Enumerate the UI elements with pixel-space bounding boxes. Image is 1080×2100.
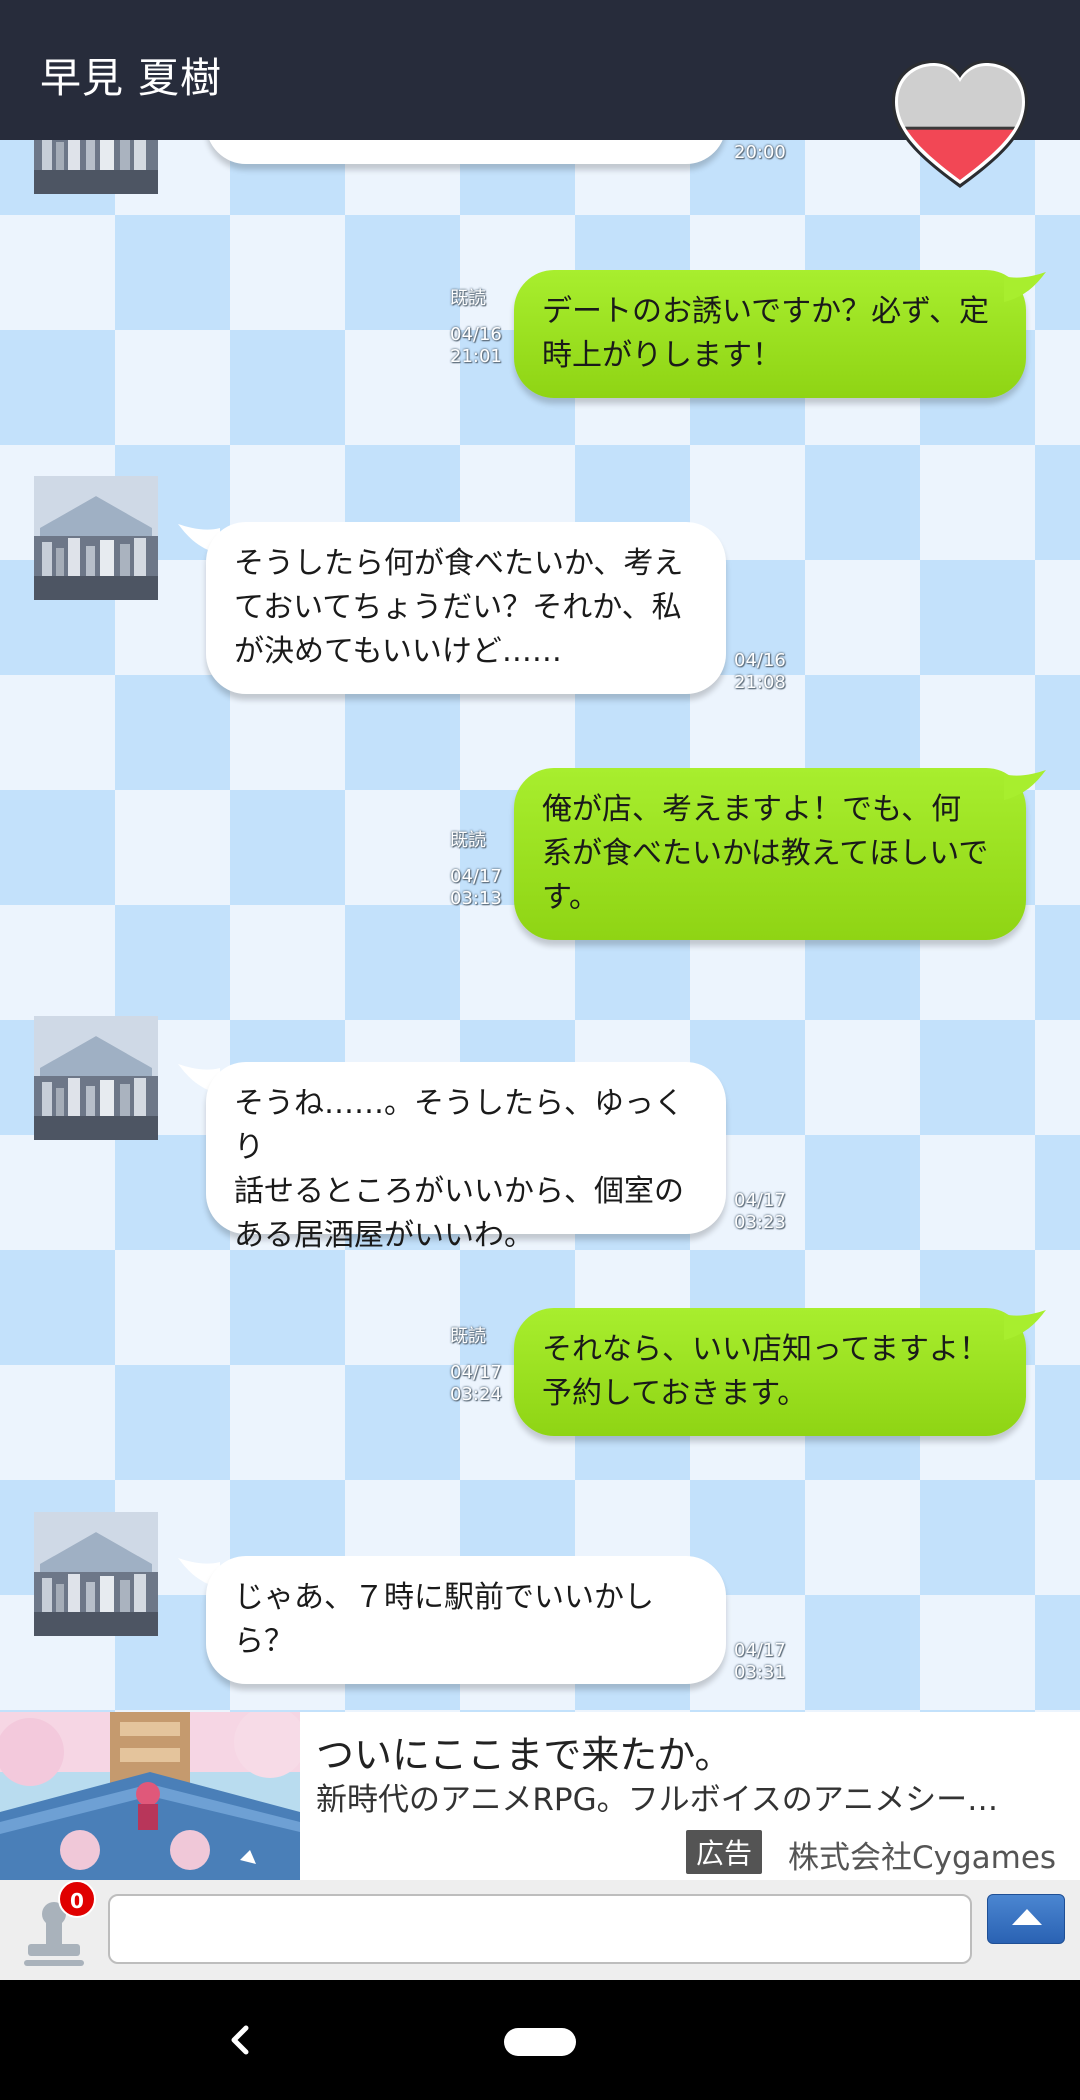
- message-time: 20:00: [734, 142, 786, 163]
- message-time: 03:31: [734, 1662, 786, 1683]
- message-line: 話せるところがいいから、個室の: [234, 1174, 684, 1209]
- triangle-up-icon: [1012, 1909, 1042, 1925]
- contact-avatar[interactable]: [34, 140, 158, 194]
- message-bubble-sent[interactable]: それなら、いい店知ってますよ！ 予約しておきます。: [514, 1308, 1026, 1436]
- chat-area[interactable]: く帰れそうなんだけど。04/1620:00デートのお誘いですか？必ず、定時上がり…: [0, 140, 1080, 1712]
- message-line: それなら、いい店知ってますよ！: [542, 1332, 989, 1367]
- ad-banner[interactable]: ついにここまで来たか。 新時代のアニメRPG。フルボイスのアニメシー… 広告 株…: [0, 1712, 1080, 1880]
- message-status: 既読 04/16 21:01: [450, 288, 520, 368]
- message-bubble-received[interactable]: く帰れそうなんだけど。: [206, 140, 726, 164]
- message-bubble-sent[interactable]: デートのお誘いですか？必ず、定 時上がりします！: [514, 270, 1026, 398]
- read-receipt: 既読: [450, 1326, 486, 1347]
- read-receipt: 既読: [450, 830, 486, 851]
- chevron-left-icon[interactable]: [220, 2010, 260, 2070]
- message-line: そうね……。そうしたら、ゆっくり: [234, 1086, 684, 1165]
- message-bubble-received[interactable]: そうね……。そうしたら、ゆっくり話せるところがいいから、個室の ある居酒屋がいいわ…: [206, 1062, 726, 1253]
- message-line: す。: [542, 880, 599, 915]
- message-time: 03:13: [450, 888, 502, 909]
- message-time: 21:08: [734, 672, 786, 693]
- message-timestamp: 04/1620:00: [734, 140, 804, 164]
- message-time: 03:23: [734, 1212, 786, 1233]
- message-timestamp: 04/17 03:31: [734, 1640, 804, 1684]
- send-button[interactable]: [987, 1894, 1065, 1944]
- ad-title[interactable]: ついにここまで来たか。: [316, 1724, 732, 1779]
- message-line: 系が食べたいかは教えてほしいで: [542, 836, 989, 871]
- message-status: 既読 04/17 03:24: [450, 1326, 520, 1406]
- message-bubble-received[interactable]: じゃあ、７時に駅前でいいかし ら？: [206, 1556, 726, 1684]
- heart-meter-icon[interactable]: [890, 58, 1030, 194]
- message-date: 04/17: [450, 866, 502, 887]
- contact-avatar[interactable]: [34, 1512, 158, 1636]
- message-line: 時上がりします！: [542, 338, 782, 373]
- read-receipt: 既読: [450, 288, 486, 309]
- ad-label-badge: 広告: [686, 1830, 763, 1874]
- message-line: ておいてちょうだい？それか、私: [234, 590, 682, 625]
- bubble-tail: [1004, 1310, 1048, 1344]
- message-time: 21:01: [450, 346, 502, 367]
- input-bar: [0, 1880, 1080, 1980]
- message-date: 04/16: [734, 650, 786, 671]
- ad-image[interactable]: [0, 1712, 306, 1880]
- message-line: 俺が店、考えますよ！でも、何: [542, 792, 962, 827]
- contact-avatar[interactable]: [34, 476, 158, 600]
- bubble-tail: [1004, 770, 1048, 804]
- message-input[interactable]: [108, 1894, 972, 1964]
- message-bubble-received[interactable]: そうしたら何が食べたいか、考え ておいてちょうだい？それか、私 が決めてもいいけど……: [206, 522, 726, 694]
- stamp-count-badge: 0: [58, 1880, 96, 1918]
- message-date: 04/17: [450, 1362, 502, 1383]
- ad-sponsor[interactable]: 株式会社Cygames: [788, 1832, 1056, 1877]
- ad-description[interactable]: 新時代のアニメRPG。フルボイスのアニメシー…: [316, 1774, 1046, 1819]
- message-line: く帰れそうなんだけど。: [234, 140, 698, 144]
- message-date: 04/16: [450, 324, 502, 345]
- message-timestamp: 04/17 03:23: [734, 1190, 804, 1234]
- bubble-tail: [1004, 272, 1048, 306]
- message-line: ら？: [234, 1624, 294, 1659]
- message-date: 04/17: [734, 1640, 786, 1661]
- message-status: 既読 04/17 03:13: [450, 830, 520, 910]
- message-line: 予約しておきます。: [542, 1376, 808, 1411]
- message-bubble-sent[interactable]: 俺が店、考えますよ！でも、何 系が食べたいかは教えてほしいで す。: [514, 768, 1026, 940]
- contact-avatar[interactable]: [34, 1016, 158, 1140]
- message-line: じゃあ、７時に駅前でいいかし: [234, 1580, 654, 1615]
- message-line: そうしたら何が食べたいか、考え: [234, 546, 684, 581]
- message-date: 04/17: [734, 1190, 786, 1211]
- home-button[interactable]: [504, 2028, 576, 2056]
- message-timestamp: 04/16 21:08: [734, 650, 804, 694]
- contact-name: 早見 夏樹: [40, 54, 223, 102]
- message-line: が決めてもいいけど……: [234, 634, 562, 669]
- message-time: 03:24: [450, 1384, 502, 1405]
- system-nav-bar: [0, 1980, 1080, 2100]
- message-line: ある居酒屋がいいわ。: [234, 1218, 534, 1253]
- message-line: デートのお誘いですか？必ず、定: [542, 294, 989, 329]
